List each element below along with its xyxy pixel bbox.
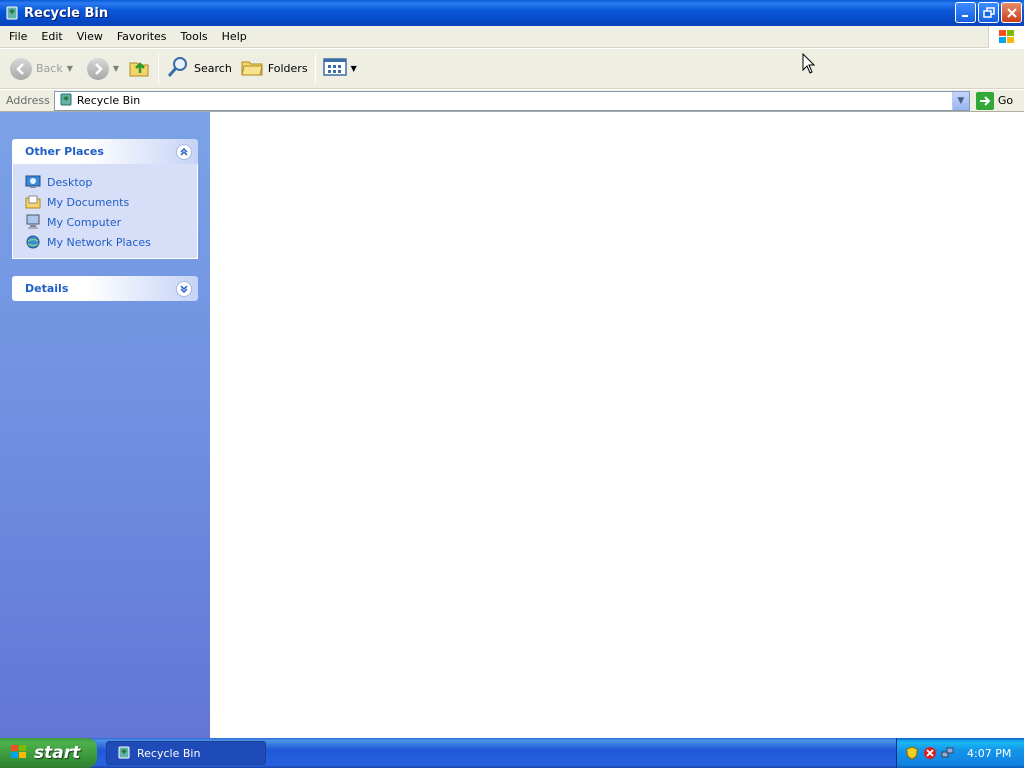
other-places-title: Other Places <box>25 145 104 158</box>
menu-edit[interactable]: Edit <box>34 26 69 48</box>
views-button[interactable]: ▼ <box>319 52 361 86</box>
link-desktop[interactable]: Desktop <box>25 172 197 192</box>
back-button[interactable]: Back ▼ <box>6 52 77 86</box>
collapse-up-icon[interactable] <box>176 143 192 160</box>
security-alert-icon[interactable] <box>923 746 937 760</box>
task-label: Recycle Bin <box>137 746 201 760</box>
desktop-icon <box>25 174 41 190</box>
clock: 4:07 PM <box>967 746 1012 760</box>
restore-button[interactable] <box>978 2 999 23</box>
other-places-header[interactable]: Other Places <box>12 139 198 164</box>
folders-icon <box>240 55 264 82</box>
folders-label: Folders <box>267 62 308 75</box>
menu-view[interactable]: View <box>70 26 110 48</box>
system-tray: 4:07 PM <box>896 738 1024 768</box>
toolbar-separator <box>314 53 316 84</box>
up-folder-button[interactable] <box>123 52 155 86</box>
back-label: Back <box>36 62 63 75</box>
menu-bar: File Edit View Favorites Tools Help <box>0 26 1024 48</box>
views-dropdown-icon[interactable]: ▼ <box>351 64 357 73</box>
forward-button[interactable]: ▼ <box>83 52 123 86</box>
recycle-bin-task-icon <box>117 745 131 762</box>
expand-down-icon[interactable] <box>176 280 192 297</box>
search-label: Search <box>194 62 232 75</box>
network-connection-icon[interactable] <box>941 746 955 760</box>
link-my-computer[interactable]: My Computer <box>25 212 197 232</box>
back-arrow-icon <box>10 57 32 80</box>
recycle-bin-small-icon <box>59 92 73 109</box>
close-button[interactable] <box>1001 2 1022 23</box>
title-bar[interactable]: Recycle Bin <box>0 0 1024 26</box>
other-places-body: Desktop My Documents My Computer My Netw… <box>12 164 198 259</box>
menu-tools[interactable]: Tools <box>174 26 215 48</box>
details-panel: Details <box>12 276 198 301</box>
link-my-documents[interactable]: My Documents <box>25 192 197 212</box>
start-button[interactable]: start <box>0 738 97 768</box>
go-button[interactable]: Go <box>975 91 1014 110</box>
link-label: Desktop <box>47 175 93 189</box>
start-label: start <box>34 743 81 763</box>
address-value: Recycle Bin <box>76 94 141 107</box>
menu-file[interactable]: File <box>0 26 34 48</box>
recycle-bin-icon <box>4 4 20 23</box>
toolbar-separator <box>158 53 160 84</box>
windows-flag-icon <box>10 744 28 763</box>
address-input[interactable]: Recycle Bin ▼ <box>53 90 970 111</box>
go-arrow-icon <box>975 91 994 110</box>
address-dropdown-icon[interactable]: ▼ <box>951 91 969 110</box>
back-dropdown-icon[interactable]: ▼ <box>67 64 73 73</box>
my-computer-icon <box>25 214 41 230</box>
up-folder-icon <box>127 55 151 82</box>
views-icon <box>322 57 347 80</box>
search-icon <box>166 55 190 82</box>
window-title: Recycle Bin <box>24 5 109 21</box>
menu-help[interactable]: Help <box>215 26 254 48</box>
link-label: My Documents <box>47 195 130 209</box>
forward-dropdown-icon[interactable]: ▼ <box>113 64 119 73</box>
details-title: Details <box>25 282 69 295</box>
link-my-network-places[interactable]: My Network Places <box>25 232 197 252</box>
mouse-cursor-icon <box>802 52 816 75</box>
details-header[interactable]: Details <box>12 276 198 301</box>
other-places-panel: Other Places Desktop My Documents My Com… <box>12 139 198 259</box>
address-label: Address <box>6 94 50 107</box>
address-bar: Address Recycle Bin ▼ Go <box>0 90 1024 112</box>
menu-favorites[interactable]: Favorites <box>110 26 174 48</box>
standard-toolbar: Back ▼ ▼ Search Folders ▼ <box>0 49 1024 89</box>
folders-button[interactable]: Folders <box>236 52 312 86</box>
go-label: Go <box>997 94 1014 107</box>
network-places-icon <box>25 234 41 250</box>
search-button[interactable]: Search <box>162 52 236 86</box>
forward-arrow-icon <box>86 57 109 80</box>
minimize-button[interactable] <box>955 2 976 23</box>
taskbar-item-recycle-bin[interactable]: Recycle Bin <box>106 741 266 765</box>
windows-logo-icon <box>988 26 1024 48</box>
security-shield-icon[interactable] <box>905 746 919 760</box>
link-label: My Computer <box>47 215 122 229</box>
file-list-area[interactable] <box>210 112 1024 738</box>
taskbar: start Recycle Bin 4:07 PM <box>0 738 1024 768</box>
my-documents-icon <box>25 194 41 210</box>
task-pane: Other Places Desktop My Documents My Com… <box>0 112 210 738</box>
link-label: My Network Places <box>47 235 151 249</box>
